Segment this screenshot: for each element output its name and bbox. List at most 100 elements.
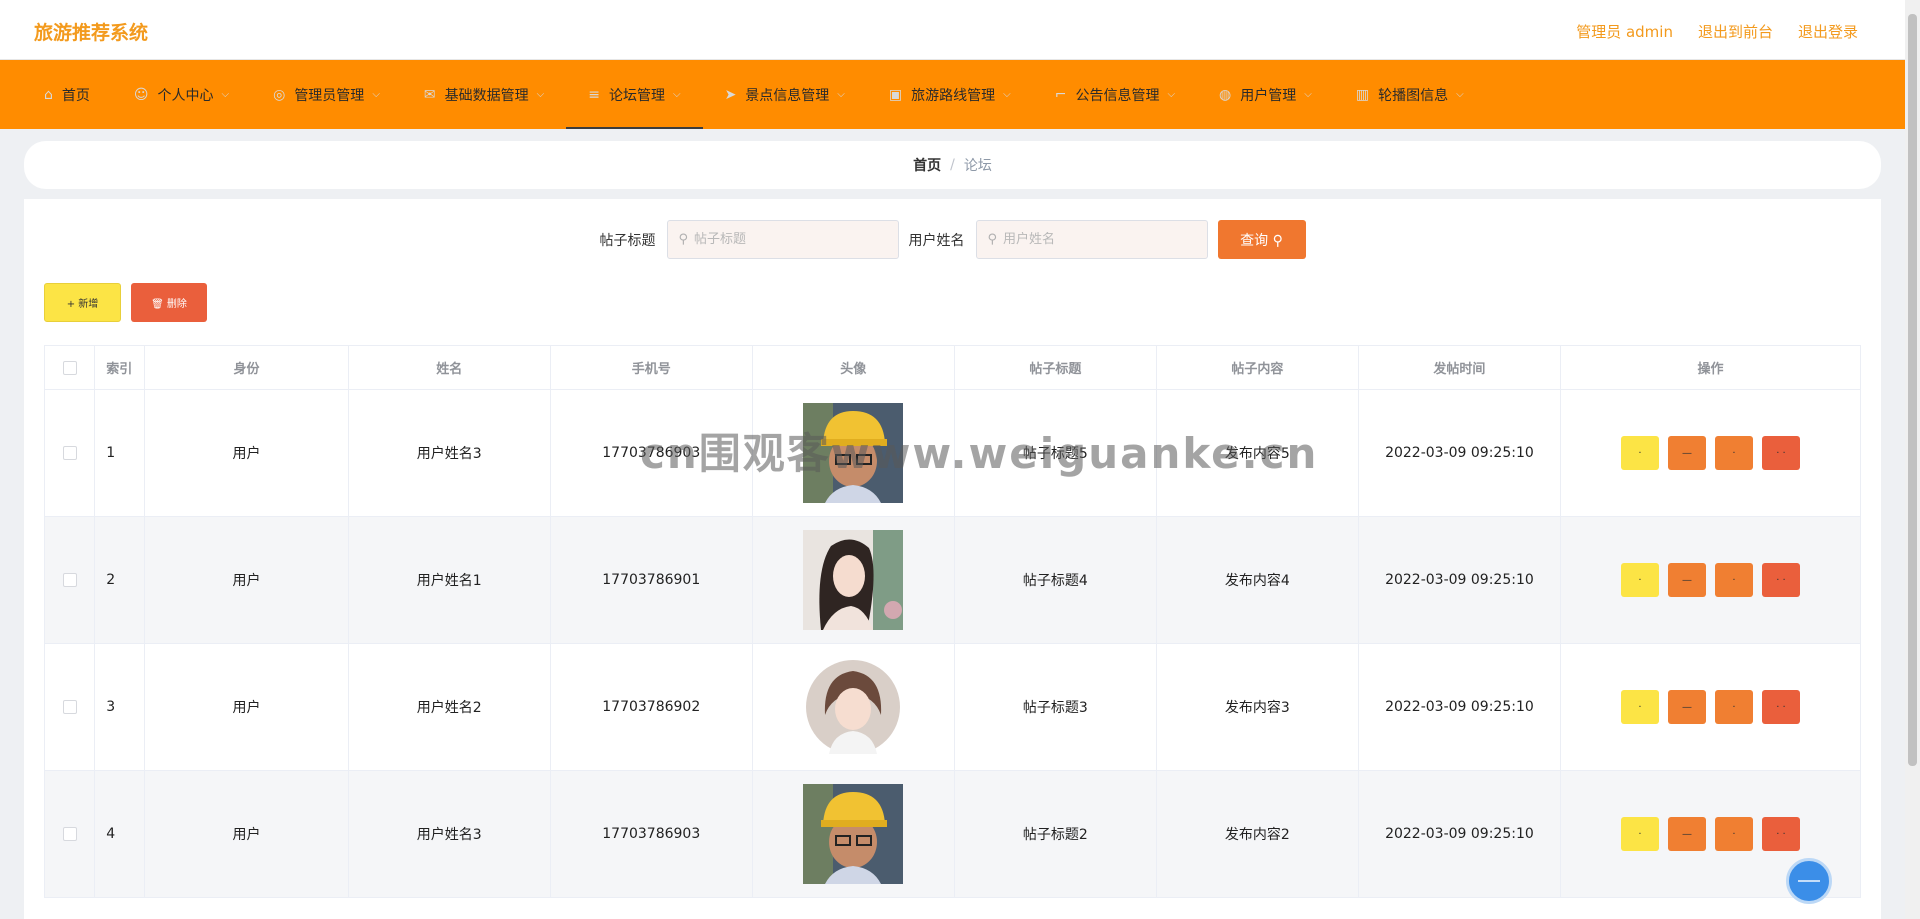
nav-item-label: 用户管理: [1240, 87, 1297, 104]
row-select-cell: [43, 389, 96, 517]
table-row[interactable]: 4 用户 用户姓名3 17703786903 帖子标题2 发布内容2 2022-03-09 …: [43, 770, 1862, 898]
title-filter-label: 帖子标题: [599, 232, 656, 249]
nav-item[interactable]: ▥ 轮播图信息 ⌵: [1334, 60, 1486, 129]
nav-item[interactable]: ☺ 个人中心 ⌵: [112, 60, 251, 129]
content-panel: 帖子标题 ⚲ 用户姓名 ⚲ 查询 ⚲ + 新增 🗑 删除 索引 身份 姓名 手: [24, 199, 1881, 919]
nav-item-label: 管理员管理: [294, 87, 365, 104]
nav-item[interactable]: ⌐ 公告信息管理 ⌵: [1033, 60, 1197, 129]
role-cell: 用户: [144, 770, 349, 898]
title-filter-input[interactable]: [694, 232, 875, 247]
view-button[interactable]: ·: [1620, 563, 1659, 597]
post-time-cell: 2022-03-09 09:25:10: [1357, 643, 1561, 771]
index-cell: 1: [94, 389, 146, 517]
row-checkbox[interactable]: [62, 573, 77, 587]
floating-action-button[interactable]: [1786, 858, 1832, 904]
column-header: 帖子标题: [953, 345, 1157, 390]
add-button[interactable]: + 新增: [44, 283, 121, 322]
post-title-cell: 帖子标题2: [953, 770, 1157, 898]
view-button[interactable]: ·: [1620, 436, 1659, 470]
avatar[interactable]: [803, 403, 904, 503]
breadcrumb-current: 论坛: [963, 158, 992, 174]
avatar-cell: [751, 643, 955, 771]
nav-item[interactable]: ➤ 景点信息管理 ⌵: [703, 60, 867, 129]
search-icon: ⚲: [678, 232, 689, 247]
logout-link[interactable]: 退出登录: [1798, 21, 1858, 42]
name-cell: 用户姓名2: [347, 643, 551, 771]
query-button[interactable]: 查询 ⚲: [1217, 220, 1306, 259]
edit-button[interactable]: —: [1667, 563, 1706, 597]
edit-button[interactable]: —: [1667, 817, 1706, 851]
table-row[interactable]: 3 用户 用户姓名2 17703786902 帖子标题3 发布内容3 2022-03-09 …: [43, 643, 1862, 771]
exit-to-frontend-link[interactable]: 退出到前台: [1698, 21, 1773, 42]
remove-row-button[interactable]: · ·: [1761, 817, 1800, 851]
scrollbar-thumb[interactable]: [1908, 14, 1917, 766]
nav-item[interactable]: ✉ 基础数据管理 ⌵: [402, 60, 566, 129]
reply-button[interactable]: ·: [1714, 563, 1753, 597]
column-header: 姓名: [347, 345, 551, 390]
nav-item-label: 首页: [61, 87, 90, 104]
nav-item[interactable]: ◍ 用户管理 ⌵: [1197, 60, 1334, 129]
column-header: 索引: [94, 345, 146, 390]
chevron-down-icon: ⌵: [536, 89, 545, 100]
scrollbar[interactable]: [1905, 0, 1920, 919]
reply-button[interactable]: ·: [1714, 436, 1753, 470]
row-checkbox[interactable]: [62, 446, 77, 460]
row-select-cell: [43, 516, 96, 644]
delete-button[interactable]: 🗑 删除: [131, 283, 207, 322]
reply-button[interactable]: ·: [1714, 817, 1753, 851]
post-content-cell: 发布内容5: [1155, 389, 1359, 517]
name-filter-input[interactable]: [1003, 232, 1184, 247]
role-cell: 用户: [144, 389, 349, 517]
name-filter-field: ⚲: [975, 220, 1208, 259]
post-title-cell: 帖子标题4: [953, 516, 1157, 644]
chevron-down-icon: ⌵: [837, 89, 845, 100]
remove-row-button[interactable]: · ·: [1761, 436, 1800, 470]
nav-item[interactable]: ⌂ 首页: [22, 60, 112, 129]
row-select-cell: [43, 643, 96, 771]
phone-cell: 17703786901: [549, 516, 753, 644]
row-select-cell: [43, 770, 96, 898]
search-form: 帖子标题 ⚲ 用户姓名 ⚲ 查询 ⚲: [24, 220, 1881, 259]
table-row[interactable]: 1 用户 用户姓名3 17703786903 帖子标题5 发布内容5 2022-03-09 …: [43, 389, 1862, 517]
nav-item[interactable]: ▣ 旅游路线管理 ⌵: [867, 60, 1033, 129]
home-icon: ⌂: [44, 86, 53, 103]
column-header: 帖子内容: [1155, 345, 1359, 390]
index-cell: 3: [94, 643, 146, 771]
edit-button[interactable]: —: [1667, 436, 1706, 470]
admin-user-link[interactable]: 管理员 admin: [1576, 21, 1673, 42]
view-button[interactable]: ·: [1620, 690, 1659, 724]
post-time-cell: 2022-03-09 09:25:10: [1357, 516, 1561, 644]
forum-table: 索引 身份 姓名 手机号 头像 帖子标题 帖子内容 发帖时间 操作 1 用户 用户姓…: [43, 345, 1862, 898]
send-icon: ➤: [724, 86, 737, 103]
avatar[interactable]: [803, 784, 904, 884]
avatar[interactable]: [803, 530, 904, 630]
chevron-down-icon: ⌵: [1167, 89, 1176, 100]
operations-cell: · — · · ·: [1559, 389, 1862, 517]
phone-cell: 17703786903: [549, 389, 753, 517]
view-button[interactable]: ·: [1620, 817, 1659, 851]
avatar[interactable]: [803, 657, 904, 757]
avatar-cell: [751, 389, 955, 517]
avatar-cell: [751, 516, 955, 644]
column-header: 手机号: [549, 345, 753, 390]
user-icon: ☺: [133, 86, 149, 103]
role-cell: 用户: [144, 516, 349, 644]
nav-item-label: 轮播图信息: [1378, 87, 1449, 104]
table-row[interactable]: 2 用户 用户姓名1 17703786901 帖子标题4 发布内容4 2022-03-09 …: [43, 516, 1862, 644]
remove-row-button[interactable]: · ·: [1761, 563, 1800, 597]
remove-row-button[interactable]: · ·: [1761, 690, 1800, 724]
row-checkbox[interactable]: [62, 827, 77, 841]
top-bar: 旅游推荐系统 管理员 admin 退出到前台 退出登录: [0, 0, 1905, 60]
select-all-checkbox[interactable]: [62, 360, 77, 375]
reply-button[interactable]: ·: [1714, 690, 1753, 724]
row-checkbox[interactable]: [62, 700, 77, 714]
chevron-down-icon: ⌵: [1003, 89, 1011, 100]
nav-item-label: 旅游路线管理: [911, 87, 996, 104]
breadcrumb-home[interactable]: 首页: [913, 155, 941, 175]
nav-item[interactable]: ◎ 管理员管理 ⌵: [251, 60, 402, 129]
edit-button[interactable]: —: [1667, 690, 1706, 724]
nav-item[interactable]: ≡ 论坛管理 ⌵: [566, 60, 703, 129]
select-all-header: [43, 345, 96, 390]
chevron-down-icon: ⌵: [1456, 89, 1464, 100]
chevron-down-icon: ⌵: [672, 89, 681, 100]
